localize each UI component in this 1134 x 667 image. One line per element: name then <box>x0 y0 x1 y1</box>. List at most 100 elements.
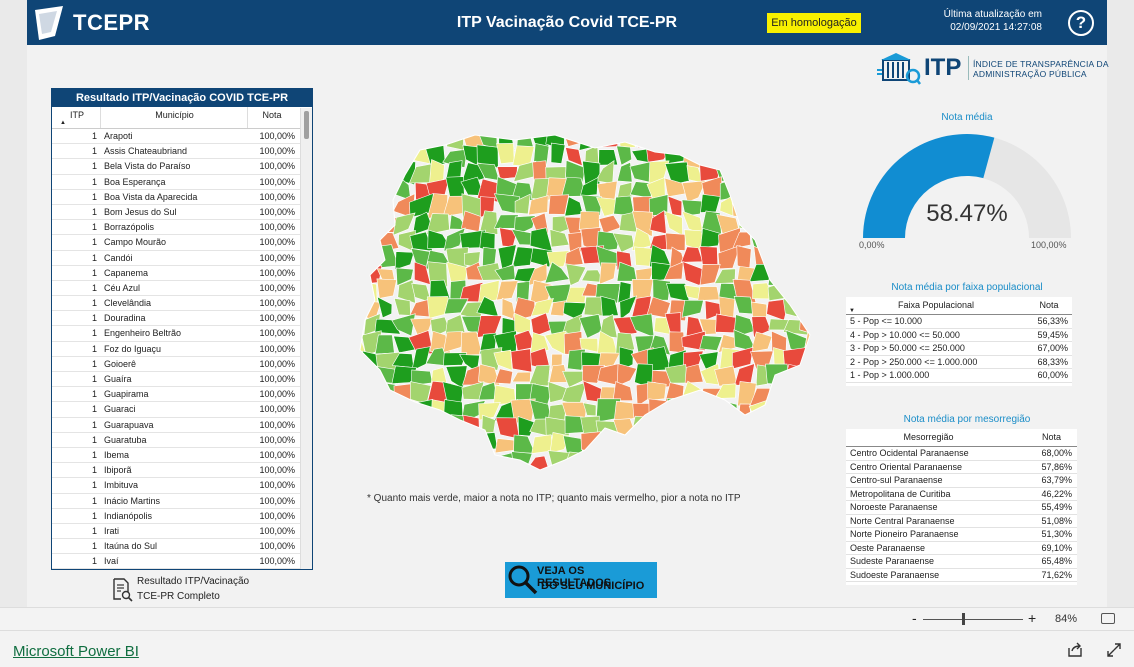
municipality-region[interactable] <box>665 232 686 251</box>
municipality-region[interactable] <box>734 450 757 473</box>
municipality-region[interactable] <box>784 384 803 400</box>
municipality-region[interactable] <box>345 262 367 285</box>
municipality-region[interactable] <box>681 380 705 406</box>
municipality-region[interactable] <box>699 431 723 456</box>
table-row[interactable]: 1 Céu Azul 100,00% <box>52 281 312 297</box>
municipality-region[interactable] <box>345 448 363 469</box>
municipality-region[interactable] <box>533 468 554 475</box>
municipality-region[interactable] <box>731 198 755 220</box>
municipality-region[interactable] <box>714 448 740 474</box>
municipality-region[interactable] <box>782 417 807 436</box>
zoom-in-button[interactable]: + <box>1028 610 1036 626</box>
municipality-region[interactable] <box>800 398 815 422</box>
municipality-region[interactable] <box>802 178 815 202</box>
municipality-region[interactable] <box>667 468 686 475</box>
view-municipality-results-button[interactable]: VEJA OS RESULTADOS DO SEU MUNICÍPIO <box>505 562 657 598</box>
table-row[interactable]: 1 Boa Vista da Aparecida 100,00% <box>52 190 312 205</box>
municipality-region[interactable] <box>345 145 363 165</box>
municipality-region[interactable] <box>749 454 773 471</box>
municipality-region[interactable] <box>733 433 757 455</box>
zoom-slider-track[interactable] <box>923 619 1023 620</box>
municipality-region[interactable] <box>748 414 774 439</box>
municipality-region[interactable] <box>701 414 721 440</box>
municipality-region[interactable] <box>654 419 670 435</box>
municipality-region[interactable] <box>733 466 751 475</box>
municipality-region[interactable] <box>598 149 619 166</box>
municipality-region[interactable] <box>549 229 570 248</box>
municipality-region[interactable] <box>765 194 788 217</box>
municipality-region[interactable] <box>612 435 635 455</box>
municipality-region[interactable] <box>646 450 672 472</box>
municipality-region[interactable] <box>481 414 496 434</box>
municipality-region[interactable] <box>803 212 815 230</box>
municipality-region[interactable] <box>348 245 362 268</box>
municipality-region[interactable] <box>716 143 739 163</box>
municipality-region[interactable] <box>376 142 400 163</box>
table-row[interactable]: 1 Inácio Martins 100,00% <box>52 494 312 509</box>
municipality-region[interactable] <box>731 176 756 195</box>
municipality-region[interactable] <box>493 467 516 475</box>
municipality-region[interactable] <box>430 434 451 453</box>
column-header-nota[interactable]: Nota <box>247 110 297 120</box>
municipality-region[interactable] <box>697 286 721 301</box>
municipality-region[interactable] <box>612 381 634 402</box>
municipality-region[interactable] <box>766 451 789 473</box>
municipality-region[interactable] <box>511 371 531 383</box>
municipality-region[interactable] <box>544 330 567 356</box>
report-search-icon[interactable] <box>111 578 133 602</box>
table-row[interactable]: 1 Assis Chateaubriand 100,00% <box>52 144 312 160</box>
municipality-region[interactable] <box>738 214 751 230</box>
municipality-region[interactable] <box>600 433 618 455</box>
table-row[interactable]: 1 Bom Jesus do Sul 100,00% <box>52 205 312 221</box>
municipality-region[interactable] <box>564 466 586 475</box>
municipality-region[interactable] <box>785 159 805 186</box>
municipality-region[interactable] <box>360 431 378 452</box>
municipality-region[interactable] <box>616 363 638 387</box>
municipality-region[interactable] <box>736 159 755 179</box>
municipality-region[interactable] <box>349 213 366 234</box>
table-row[interactable]: Sudoeste Paranaense 71,62% <box>846 569 1077 582</box>
municipality-region[interactable] <box>443 467 463 475</box>
municipality-region[interactable] <box>738 403 752 419</box>
table-row[interactable]: Noroeste Paranaense 55,49% <box>846 501 1077 515</box>
municipality-region[interactable] <box>578 313 603 339</box>
municipality-region[interactable] <box>393 297 411 316</box>
municipality-region[interactable] <box>736 245 752 271</box>
municipality-region[interactable] <box>800 432 815 456</box>
municipality-region[interactable] <box>345 466 366 475</box>
municipality-region[interactable] <box>684 363 704 384</box>
municipality-region[interactable] <box>785 227 809 254</box>
table-row[interactable]: 1 Guapirama 100,00% <box>52 387 312 403</box>
municipality-region[interactable] <box>782 402 809 424</box>
municipality-region[interactable] <box>772 177 789 201</box>
municipality-region[interactable] <box>600 448 619 473</box>
municipality-region[interactable] <box>374 334 395 355</box>
table-row[interactable]: Centro Ocidental Paranaense 68,00% <box>846 447 1077 461</box>
table-row[interactable]: Norte Central Paranaense 51,08% <box>846 515 1077 528</box>
municipality-region[interactable] <box>767 400 792 423</box>
municipality-region[interactable] <box>394 251 415 271</box>
municipality-region[interactable] <box>595 130 619 148</box>
municipality-region[interactable] <box>361 404 382 424</box>
municipality-region[interactable] <box>462 470 482 475</box>
municipality-region[interactable] <box>359 166 382 184</box>
municipality-region[interactable] <box>462 449 486 469</box>
municipality-region[interactable] <box>358 415 382 437</box>
sort-descending-icon[interactable]: ▼ <box>849 308 855 314</box>
municipality-region[interactable] <box>702 142 720 167</box>
municipality-region[interactable] <box>699 453 721 474</box>
share-icon[interactable] <box>1067 642 1083 658</box>
municipality-region[interactable] <box>765 363 792 386</box>
municipality-region[interactable] <box>715 465 738 475</box>
table-row[interactable]: 1 Ibiporã 100,00% <box>52 463 312 479</box>
municipality-region[interactable] <box>738 142 757 169</box>
municipality-region[interactable] <box>360 145 381 169</box>
municipality-region[interactable] <box>413 466 432 475</box>
municipality-region[interactable] <box>360 130 381 145</box>
column-header-itp[interactable]: ITP <box>52 110 102 120</box>
municipality-region[interactable] <box>374 398 394 417</box>
municipality-region[interactable] <box>682 130 704 148</box>
municipality-region[interactable] <box>364 471 381 475</box>
table-row[interactable]: 1 Bela Vista do Paraíso 100,00% <box>52 159 312 175</box>
municipality-region[interactable] <box>765 467 788 475</box>
